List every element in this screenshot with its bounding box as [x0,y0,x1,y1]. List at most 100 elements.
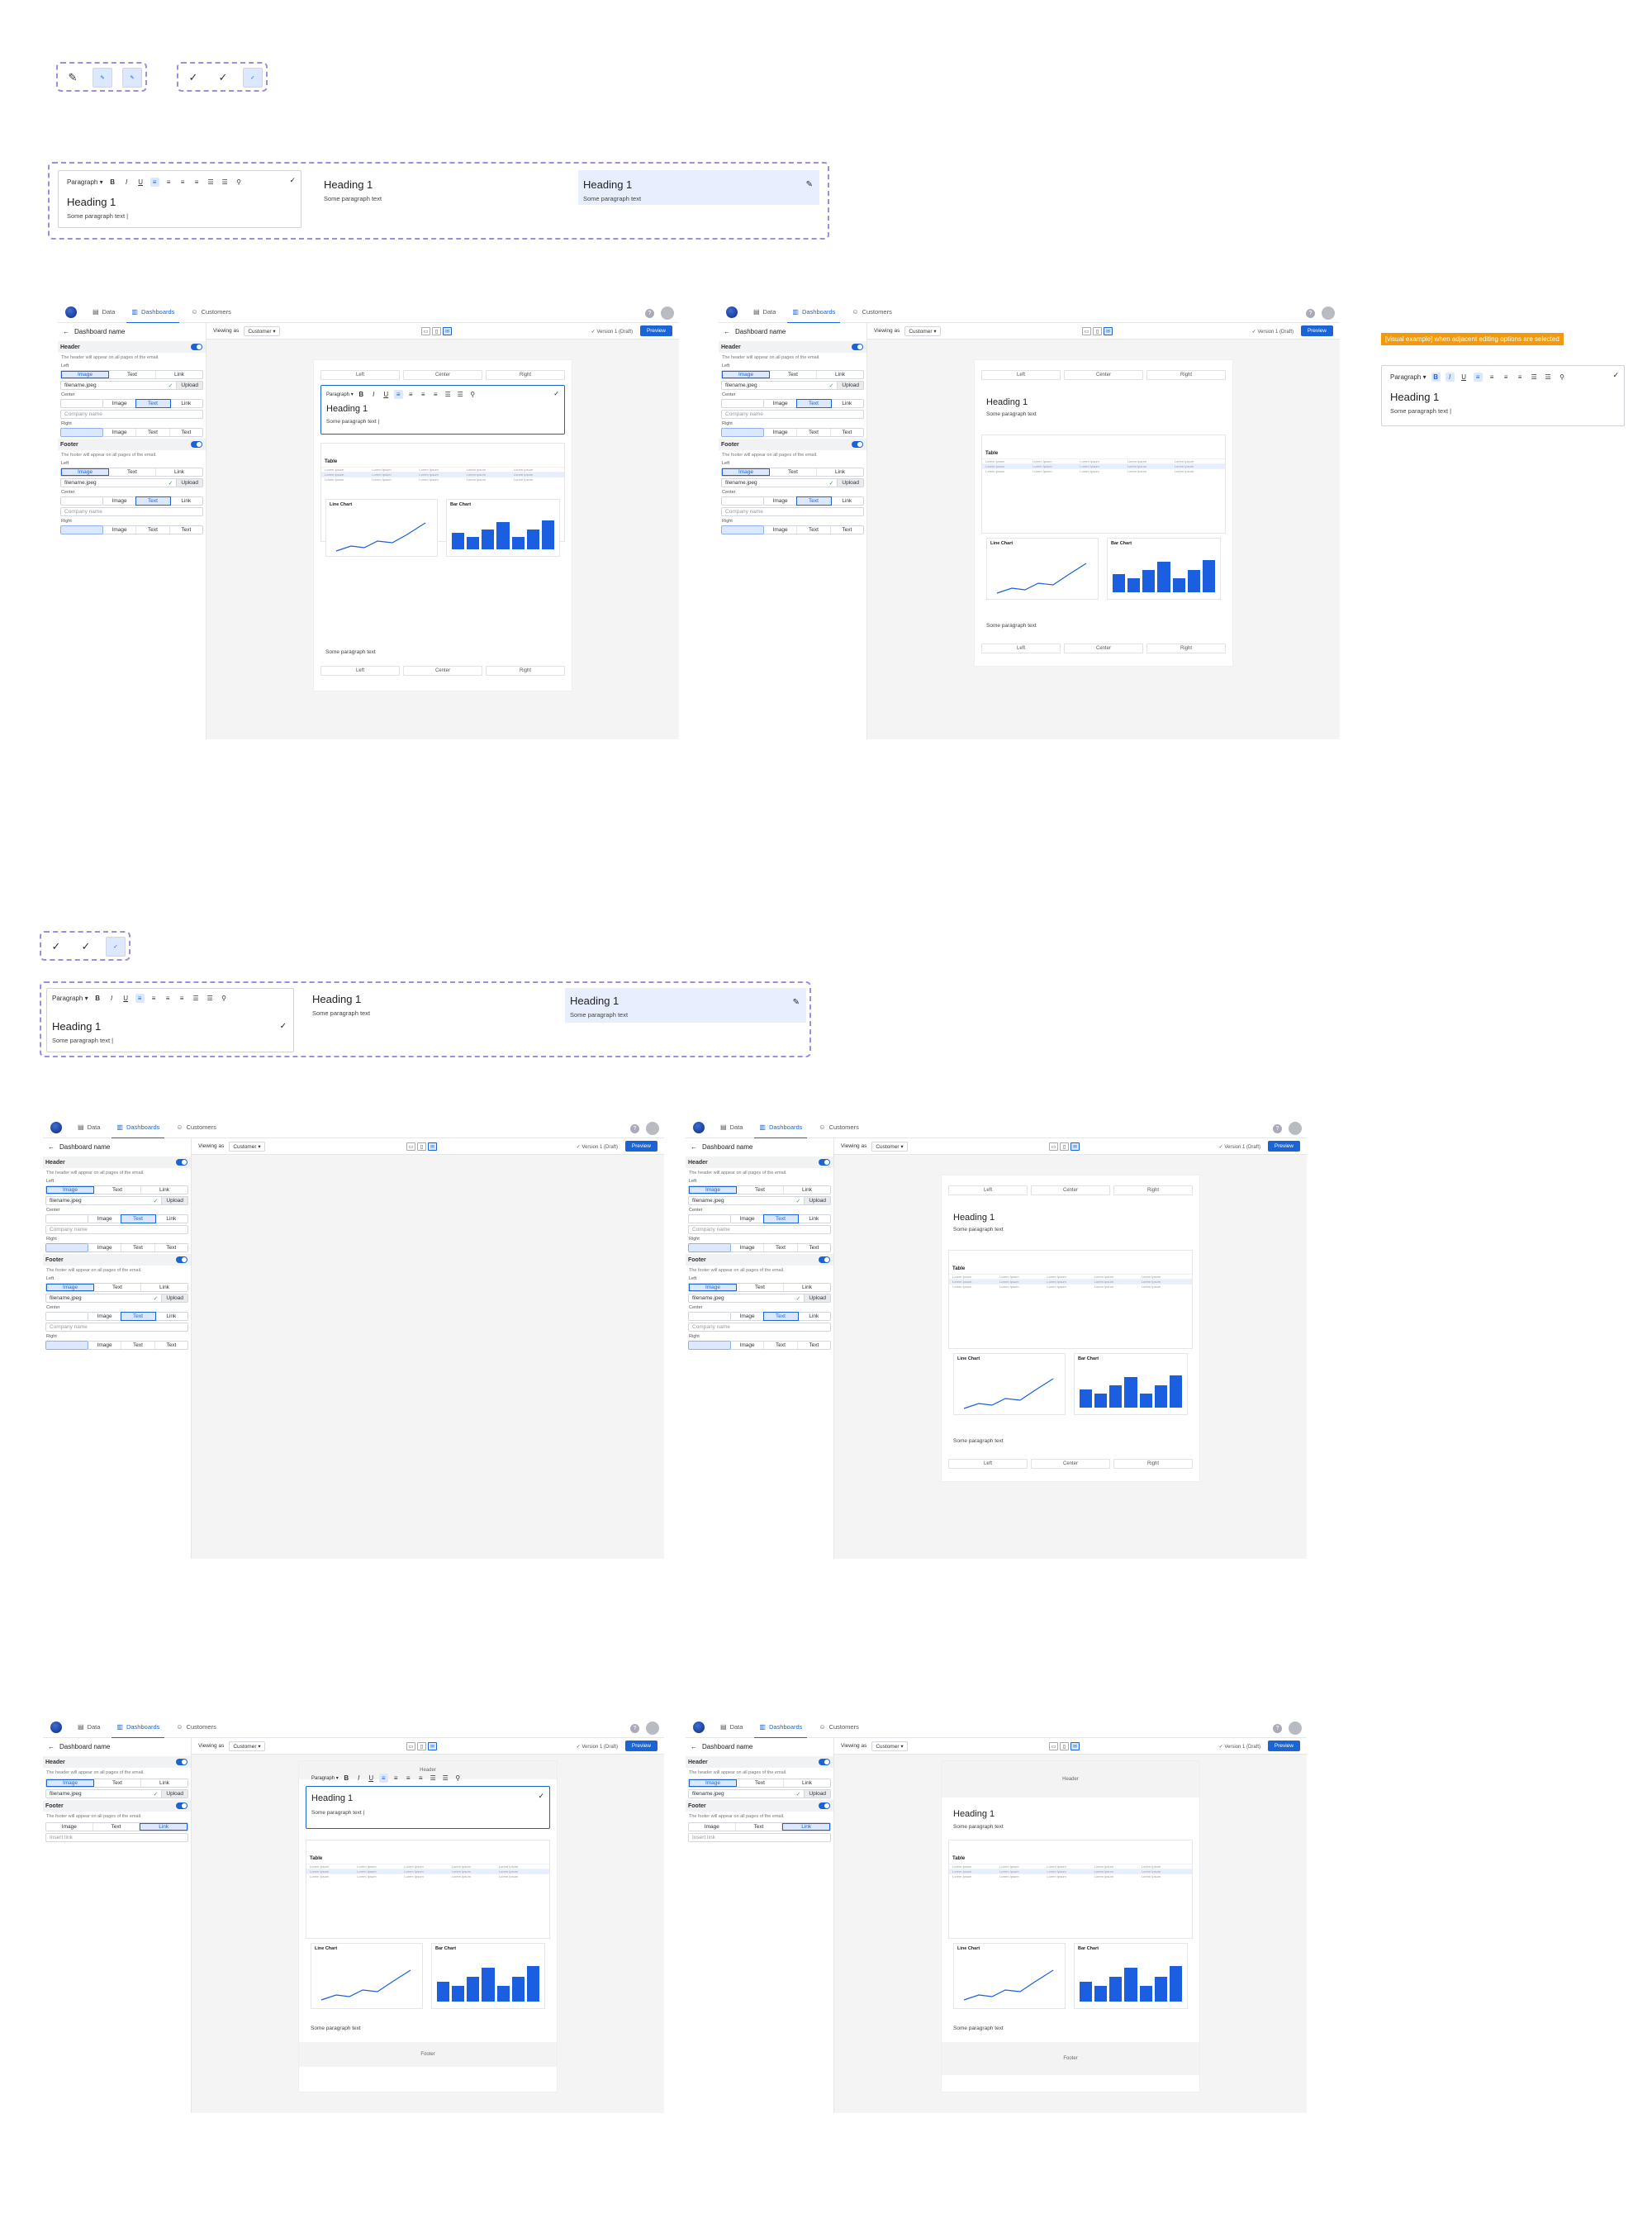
check-icon[interactable]: ✓ [538,1792,544,1801]
opt-link[interactable]: Link [141,1186,188,1194]
left-type[interactable]: Image Text Link [45,1185,188,1194]
align-left-icon[interactable]: ≡ [393,390,403,399]
header-center[interactable]: Center [1031,1185,1110,1195]
opt-link[interactable]: Link [831,400,863,407]
version-label[interactable]: ✓ Version 1 (Draft) [591,329,633,335]
link-icon[interactable]: ⚲ [468,390,477,399]
opt-image[interactable]: Image [689,1186,737,1194]
file-field[interactable]: filename.jpeg ✓ Upload [45,1196,188,1205]
opt-text[interactable]: Text [764,1244,798,1251]
opt-text[interactable]: Text [93,1823,140,1831]
help-icon[interactable]: ? [1306,308,1315,318]
back-arrow-icon[interactable]: ← [48,1143,55,1151]
footer-toggle[interactable] [176,1256,188,1263]
opt-link[interactable]: Link [170,497,202,505]
opt-text[interactable]: Text [798,1342,830,1349]
nav-dashboards[interactable]: ▥ Dashboards [108,1717,168,1739]
left-type[interactable]: Image Text Link [688,1185,831,1194]
opt-link[interactable]: Link [817,371,863,378]
right-type[interactable]: Image Text Text [45,1243,188,1252]
link-field[interactable]: Insert link [688,1833,831,1842]
opt-text[interactable]: Text [94,1779,141,1787]
opt-image[interactable]: Image [61,468,109,476]
desktop-icon[interactable]: ▭ [1049,1142,1058,1151]
opt-text[interactable]: Text [737,1284,784,1291]
back-arrow-icon[interactable]: ← [691,1743,697,1750]
viewer-select[interactable]: Customer ▾ [229,1741,265,1751]
back-arrow-icon[interactable]: ← [691,1143,697,1151]
align-center-icon[interactable]: ≡ [1488,373,1497,382]
file-field[interactable]: filename.jpeg ✓ Upload [45,1294,188,1303]
footer-toggle[interactable] [176,1802,188,1809]
underline-icon[interactable]: U [136,178,145,187]
check-icon[interactable]: ✓ [553,390,559,397]
opt-text[interactable]: Text [121,1244,155,1251]
document-icon[interactable]: ▯ [417,1142,426,1151]
footer-center[interactable]: Center [403,666,482,676]
company-field[interactable]: Company name [721,507,864,516]
file-field[interactable]: filename.jpeg ✓ Upload [60,381,203,390]
header-left[interactable]: Left [981,370,1061,380]
line-chart[interactable]: Line Chart [986,538,1099,600]
check-icon[interactable]: ✓ [1612,371,1619,380]
header-center[interactable]: Center [1064,370,1143,380]
bar-chart[interactable]: Bar Chart [1074,1943,1188,2009]
opt-link[interactable]: Link [831,497,863,505]
text-editor[interactable]: Paragraph ▾ B I U ≡ ≡ ≡ ≡ ☰ ☰ ⚲ ✓ Headin… [58,170,301,228]
opt-image[interactable]: Image [689,1823,736,1831]
opt-image[interactable]: Image [764,400,798,407]
avatar[interactable] [1289,1722,1302,1735]
header-left[interactable]: Left [320,370,400,380]
help-icon[interactable]: ? [1273,1723,1282,1733]
footer-right[interactable]: Right [486,666,565,676]
left-type[interactable]: Image Text Link [688,1283,831,1292]
line-chart[interactable]: Line Chart [953,1353,1066,1415]
opt-image[interactable]: Image [103,429,137,436]
viewer-select[interactable]: Customer ▾ [871,1141,908,1152]
opt-text[interactable]: Text [736,1823,783,1831]
upload-button[interactable]: Upload [804,1197,830,1204]
header-type[interactable]: Image Text Link [45,1779,188,1788]
paragraph-select[interactable]: Paragraph ▾ [67,178,103,186]
avatar[interactable] [1289,1122,1302,1135]
preview-button[interactable]: Preview [639,325,672,336]
opt-image[interactable]: Image [731,1342,765,1349]
footer-left[interactable]: Left [320,666,400,676]
nav-data[interactable]: ▤ Data [745,302,784,323]
version-label[interactable]: ✓ Version 1 (Draft) [1252,329,1294,335]
table-widget[interactable]: Table Lorem Ipsum Lorem Ipsum Lorem Ipsum L… [306,1840,550,1939]
opt-image[interactable]: Image [46,1779,94,1787]
opt-text[interactable]: Text [737,1186,784,1194]
email-icon[interactable]: ✉ [428,1742,437,1750]
opt-text[interactable]: Text [155,1342,188,1349]
text-editor[interactable]: Paragraph ▾ B I U ≡ ≡ ≡ ≡ ☰ ☰ ⚲ ✓ Heading 1 Some … [306,1774,550,1829]
opt-image[interactable]: Image [46,1284,94,1291]
opt-image[interactable]: Image [88,1215,122,1223]
numbered-list-icon[interactable]: ☰ [1544,373,1553,382]
check-icon[interactable]: ✓ [46,937,66,957]
underline-icon[interactable]: U [1460,373,1469,382]
opt-text[interactable]: Text [770,371,817,378]
opt-link[interactable]: Link [784,1186,830,1194]
footer-right[interactable]: Right [1146,644,1226,653]
nav-data[interactable]: ▤ Data [69,1117,108,1138]
bullet-list-icon[interactable]: ☰ [206,178,216,187]
opt-text[interactable]: Text [121,1214,156,1223]
pencil-icon[interactable]: ✎ [806,180,813,189]
right-type[interactable]: Image Text Text [721,525,864,534]
document-icon[interactable]: ▯ [432,327,441,335]
footer-type[interactable]: Image Text Link [688,1822,831,1831]
preview-button[interactable]: Preview [624,1741,657,1751]
desktop-icon[interactable]: ▭ [421,327,430,335]
bar-chart[interactable]: Bar Chart [1074,1353,1188,1415]
file-field[interactable]: filename.jpeg ✓ Upload [688,1789,831,1798]
back-arrow-icon[interactable]: ← [724,328,730,335]
opt-image[interactable]: Image [689,1779,737,1787]
center-type[interactable]: Image Text Link [688,1312,831,1321]
email-icon[interactable]: ✉ [1070,1742,1080,1750]
bold-icon[interactable]: B [93,994,102,1003]
viewer-select[interactable]: Customer ▾ [229,1141,265,1152]
left-type[interactable]: Image Text Link [721,468,864,477]
email-icon[interactable]: ✉ [428,1142,437,1151]
align-left-icon[interactable]: ≡ [1473,373,1483,382]
